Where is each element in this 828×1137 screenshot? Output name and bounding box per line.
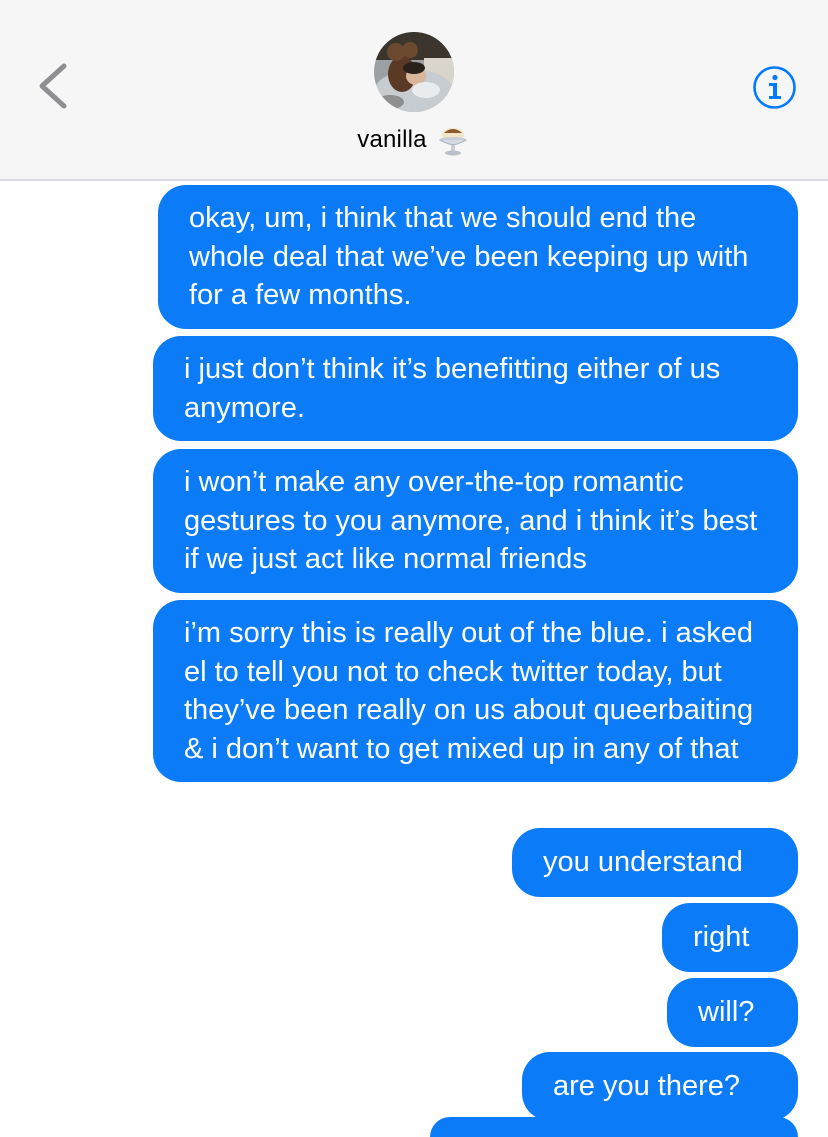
chevron-left-icon	[39, 63, 67, 109]
message-bubble-sent[interactable]: okay, um, i think that we should end the…	[158, 185, 798, 329]
message-bubble-sent[interactable]: i won’t make any over-the-top romantic g…	[153, 449, 798, 593]
message-bubble-partial	[430, 1117, 798, 1137]
contact-name: vanilla	[357, 126, 427, 153]
message-bubble-sent[interactable]: will?	[667, 978, 798, 1047]
info-button[interactable]	[752, 65, 797, 110]
conversation-header: vanilla	[0, 0, 828, 181]
contact-title[interactable]: vanilla	[0, 122, 828, 158]
message-bubble-sent[interactable]: i’m sorry this is really out of the blue…	[153, 600, 798, 782]
ice-cream-sundae-icon	[435, 123, 471, 157]
message-bubble-sent[interactable]: i just don’t think it’s benefitting eith…	[153, 336, 798, 441]
info-icon	[753, 66, 796, 109]
back-button[interactable]	[28, 56, 78, 116]
message-bubble-sent[interactable]: you understand	[512, 828, 798, 897]
message-bubble-sent[interactable]: right	[662, 903, 798, 972]
message-bubble-sent[interactable]: are you there?	[522, 1052, 798, 1121]
contact-avatar[interactable]	[374, 32, 454, 112]
